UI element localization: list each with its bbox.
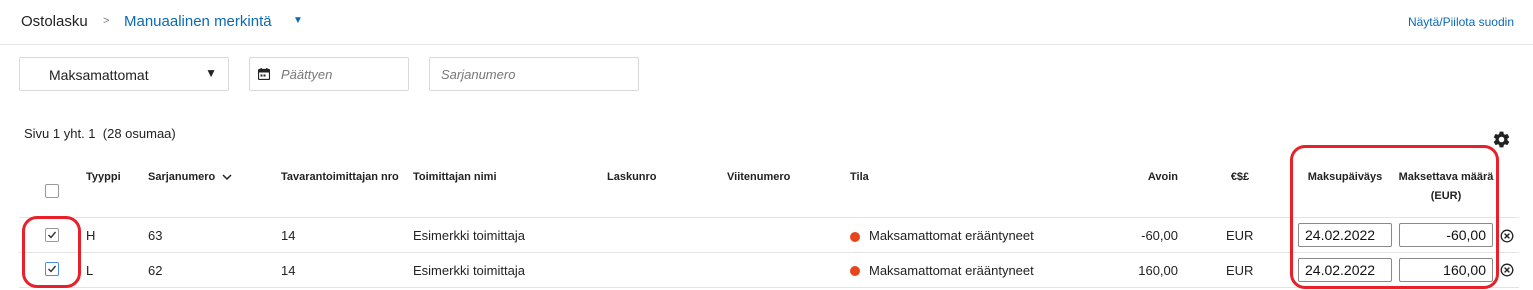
col-header-open[interactable]: Avoin xyxy=(1110,171,1178,183)
row-divider xyxy=(19,287,1519,288)
col-header-type[interactable]: Tyyppi xyxy=(86,171,121,183)
page-info: Sivu 1 yht. 1 (28 osumaa) xyxy=(24,126,176,141)
cell-currency: EUR xyxy=(1226,228,1254,243)
col-header-serial-label: Sarjanumero xyxy=(148,171,216,183)
cell-open: 160,00 xyxy=(1138,263,1178,278)
calendar-icon xyxy=(258,68,270,80)
row-checkbox[interactable] xyxy=(45,262,59,276)
dropdown-arrow-icon: ▼ xyxy=(205,66,217,80)
row-divider xyxy=(19,217,1519,218)
pay-date-input[interactable]: 24.02.2022 xyxy=(1298,258,1392,282)
serial-search-field[interactable]: Sarjanumero xyxy=(429,57,639,91)
col-header-currency[interactable]: €$£ xyxy=(1215,171,1265,183)
cell-serial[interactable]: 63 xyxy=(148,228,162,243)
cell-status: Maksamattomat erääntyneet xyxy=(869,228,1034,243)
breadcrumb-separator: > xyxy=(103,15,110,27)
cell-serial[interactable]: 62 xyxy=(148,263,162,278)
cell-supplier-name: Esimerkki toimittaja xyxy=(413,228,525,243)
col-header-reference[interactable]: Viitenumero xyxy=(727,171,790,183)
col-header-pay-amount[interactable]: Maksettava määrä (EUR) xyxy=(1396,171,1496,202)
pay-date-input[interactable]: 24.02.2022 xyxy=(1298,223,1392,247)
cell-currency: EUR xyxy=(1226,263,1254,278)
checkmark-icon xyxy=(48,265,57,273)
cell-type: H xyxy=(86,228,96,243)
status-filter-select[interactable]: Maksamattomat ▼ xyxy=(19,57,229,91)
top-bar: Ostolasku > Manuaalinen merkintä ▼ Näytä… xyxy=(0,0,1533,45)
serial-placeholder: Sarjanumero xyxy=(441,67,516,82)
end-date-placeholder: Päättyen xyxy=(281,67,333,82)
cell-supplier-nr: 14 xyxy=(281,228,296,243)
row-divider xyxy=(19,252,1519,253)
clear-icon[interactable] xyxy=(1500,229,1514,243)
checkmark-icon xyxy=(48,231,57,239)
status-dot-icon xyxy=(850,266,860,276)
breadcrumb-root[interactable]: Ostolasku xyxy=(21,13,88,30)
cell-type: L xyxy=(86,263,94,278)
pay-amount-input[interactable]: -60,00 xyxy=(1399,223,1493,247)
col-header-serial[interactable]: Sarjanumero xyxy=(148,171,232,183)
col-header-supplier-name[interactable]: Toimittajan nimi xyxy=(413,171,497,183)
sort-desc-icon xyxy=(222,174,232,181)
clear-icon[interactable] xyxy=(1500,263,1514,277)
col-header-pay-amount-line1: Maksettava määrä xyxy=(1398,171,1494,183)
col-header-status[interactable]: Tila xyxy=(850,171,869,183)
select-all-checkbox[interactable] xyxy=(45,184,59,198)
col-header-pay-date[interactable]: Maksupäiväys xyxy=(1298,171,1392,183)
cell-status: Maksamattomat erääntyneet xyxy=(869,263,1034,278)
col-header-pay-amount-line2: (EUR) xyxy=(1430,190,1462,202)
chevron-down-icon[interactable]: ▼ xyxy=(293,15,303,26)
col-header-supplier-nr[interactable]: Tavarantoimittajan nro xyxy=(281,171,399,183)
cell-supplier-name: Esimerkki toimittaja xyxy=(413,263,525,278)
breadcrumb-current[interactable]: Manuaalinen merkintä xyxy=(124,13,272,30)
pay-amount-input[interactable]: 160,00 xyxy=(1399,258,1493,282)
cell-supplier-nr: 14 xyxy=(281,263,296,278)
status-dot-icon xyxy=(850,232,860,242)
cell-open: -60,00 xyxy=(1141,228,1178,243)
end-date-field[interactable]: Päättyen xyxy=(249,57,409,91)
col-header-invoice-nr[interactable]: Laskunro xyxy=(607,171,657,183)
row-checkbox[interactable] xyxy=(45,228,59,242)
toggle-filter-link[interactable]: Näytä/Piilota suodin xyxy=(1408,15,1514,29)
gear-icon[interactable] xyxy=(1492,130,1511,149)
status-filter-value: Maksamattomat xyxy=(49,67,149,83)
